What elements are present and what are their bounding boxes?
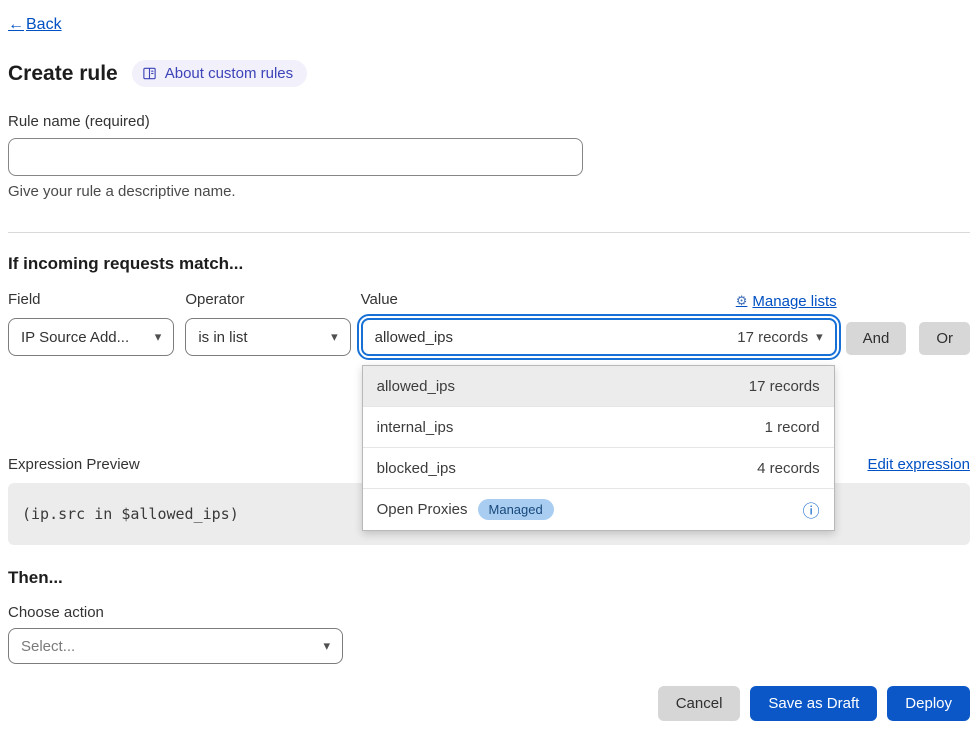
operator-select[interactable]: is in list ▾ xyxy=(185,318,350,356)
title-row: Create rule About custom rules xyxy=(8,60,970,87)
chevron-down-icon: ▾ xyxy=(323,638,330,654)
or-button[interactable]: Or xyxy=(919,322,970,355)
chevron-down-icon: ▾ xyxy=(816,329,823,345)
edit-expression-link[interactable]: Edit expression xyxy=(867,456,970,473)
footer-actions: Cancel Save as Draft Deploy xyxy=(8,686,970,721)
info-icon[interactable]: ⓘ xyxy=(803,497,820,522)
then-section-heading: Then... xyxy=(8,568,970,588)
cancel-button[interactable]: Cancel xyxy=(658,686,741,721)
value-select-selected: allowed_ips xyxy=(375,329,453,346)
dropdown-item-blocked-ips[interactable]: blocked_ips 4 records xyxy=(363,448,834,489)
condition-row: Field IP Source Add... ▾ Operator is in … xyxy=(8,291,970,356)
chevron-down-icon: ▾ xyxy=(331,329,338,345)
list-name: Open Proxies xyxy=(377,501,468,518)
expression-preview-label: Expression Preview xyxy=(8,456,140,473)
deploy-button[interactable]: Deploy xyxy=(887,686,970,721)
rule-name-input[interactable] xyxy=(8,138,583,176)
value-select[interactable]: allowed_ips 17 records ▾ xyxy=(361,318,837,356)
save-as-draft-button[interactable]: Save as Draft xyxy=(750,686,877,721)
choose-action-label: Choose action xyxy=(8,604,970,621)
list-name: blocked_ips xyxy=(377,460,456,477)
about-custom-rules-label: About custom rules xyxy=(165,65,293,82)
list-record-count: 17 records xyxy=(749,378,820,395)
dropdown-item-internal-ips[interactable]: internal_ips 1 record xyxy=(363,407,834,448)
value-select-meta: 17 records xyxy=(737,329,808,346)
rule-name-helper: Give your rule a descriptive name. xyxy=(8,183,970,200)
list-name: allowed_ips xyxy=(377,378,455,395)
manage-lists-link[interactable]: ⚙Manage lists xyxy=(736,293,837,310)
dropdown-item-allowed-ips[interactable]: allowed_ips 17 records xyxy=(363,366,834,407)
page-title: Create rule xyxy=(8,62,118,86)
operator-select-value: is in list xyxy=(198,329,247,346)
back-link-label: Back xyxy=(26,16,62,34)
create-rule-page: ←Back Create rule About custom rules Rul… xyxy=(0,0,979,739)
section-divider xyxy=(8,232,970,233)
field-label: Field xyxy=(8,291,174,311)
field-select[interactable]: IP Source Add... ▾ xyxy=(8,318,174,356)
value-label: Value xyxy=(361,291,398,311)
list-record-count: 4 records xyxy=(757,460,820,477)
rule-name-label: Rule name (required) xyxy=(8,113,970,130)
and-button[interactable]: And xyxy=(846,322,907,355)
action-select[interactable]: Select... ▾ xyxy=(8,628,343,664)
back-arrow-icon: ← xyxy=(8,16,24,34)
match-section-heading: If incoming requests match... xyxy=(8,254,970,274)
chevron-down-icon: ▾ xyxy=(155,329,162,345)
about-custom-rules-link[interactable]: About custom rules xyxy=(132,60,307,87)
list-name: internal_ips xyxy=(377,419,454,436)
back-link[interactable]: ←Back xyxy=(8,16,62,34)
value-dropdown-panel: allowed_ips 17 records internal_ips 1 re… xyxy=(362,365,835,531)
list-record-count: 1 record xyxy=(765,419,820,436)
operator-label: Operator xyxy=(185,291,350,311)
gear-icon: ⚙ xyxy=(736,293,748,309)
field-select-value: IP Source Add... xyxy=(21,329,129,346)
dropdown-item-open-proxies[interactable]: Open Proxies Managed ⓘ xyxy=(363,489,834,530)
managed-badge: Managed xyxy=(478,499,554,520)
action-select-placeholder: Select... xyxy=(21,638,75,655)
book-icon xyxy=(142,66,157,81)
manage-lists-label: Manage lists xyxy=(752,293,836,310)
expression-code: (ip.src in $allowed_ips) xyxy=(22,505,239,523)
